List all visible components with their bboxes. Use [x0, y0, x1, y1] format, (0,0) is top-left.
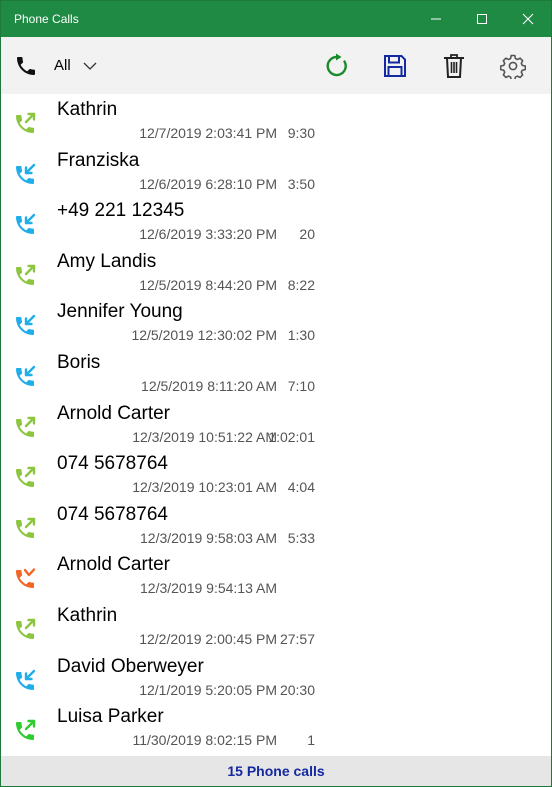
- call-duration: 20: [299, 226, 315, 243]
- toolbar: All: [1, 37, 551, 94]
- refresh-button[interactable]: [322, 51, 352, 81]
- call-duration: 4:04: [287, 479, 315, 496]
- outgoing-call-icon: [16, 466, 36, 488]
- delete-button[interactable]: [439, 51, 469, 81]
- call-date: 12/2/2019 2:00:45 PM: [139, 630, 277, 647]
- call-date: 12/1/2019 5:20:05 PM: [139, 681, 277, 698]
- call-duration: 7:10: [287, 377, 315, 394]
- phone-calls-window: Phone Calls All Kathrin 12/7/2019 2:03:4…: [0, 0, 552, 787]
- call-filter-dropdown[interactable]: All: [14, 54, 97, 78]
- call-list-item[interactable]: Amy Landis 12/5/2019 8:44:20 PM 8:22: [1, 246, 551, 297]
- status-bar: 15 Phone calls: [1, 756, 551, 786]
- save-icon: [384, 55, 406, 77]
- call-duration: 27:57: [279, 630, 315, 647]
- caller-name: 074 5678764: [57, 453, 168, 475]
- call-duration: 9:30: [287, 125, 315, 141]
- call-date: 12/5/2019 12:30:02 PM: [131, 327, 277, 344]
- call-list-item[interactable]: Arnold Carter 12/3/2019 10:51:22 AM 1:02:0…: [1, 398, 551, 449]
- gear-icon: [500, 54, 526, 79]
- caller-name: Arnold Carter: [57, 554, 170, 576]
- outgoing-call-icon: [16, 416, 36, 437]
- caller-name: +49 221 12345: [57, 200, 185, 222]
- incoming-call-icon: [16, 669, 36, 690]
- close-icon: [522, 13, 534, 25]
- call-list-item[interactable]: Kathrin 12/2/2019 2:00:45 PM 27:57: [1, 600, 551, 651]
- maximize-icon: [477, 14, 487, 24]
- call-date: 12/3/2019 10:51:22 AM: [132, 428, 277, 445]
- call-date: 12/7/2019 2:03:41 PM: [139, 125, 277, 141]
- caller-name: Kathrin: [57, 604, 118, 626]
- incoming-call-icon: [16, 365, 36, 386]
- call-date: 12/6/2019 6:28:10 PM: [139, 175, 277, 192]
- caller-name: Franziska: [57, 149, 140, 171]
- call-list[interactable]: Kathrin 12/7/2019 2:03:41 PM 9:30 Franziska…: [1, 94, 551, 756]
- call-duration: 1: [307, 732, 315, 749]
- close-button[interactable]: [505, 1, 551, 37]
- call-duration: 8:22: [287, 276, 315, 293]
- caller-name: Amy Landis: [57, 250, 157, 272]
- settings-button[interactable]: [498, 51, 528, 81]
- call-duration: 1:30: [287, 327, 315, 344]
- caller-name: Boris: [57, 351, 101, 373]
- outgoing-call-icon: [16, 517, 36, 538]
- call-date: 12/5/2019 8:44:20 PM: [139, 276, 277, 293]
- call-list-item[interactable]: David Oberweyer 12/1/2019 5:20:05 PM 20:30: [1, 651, 551, 702]
- refresh-icon: [326, 53, 347, 77]
- title-bar: Phone Calls: [1, 1, 551, 37]
- minimize-button[interactable]: [413, 1, 459, 37]
- trash-icon: [444, 54, 464, 78]
- incoming-call-icon: [16, 163, 36, 184]
- call-date: 12/6/2019 3:33:20 PM: [139, 226, 277, 243]
- maximize-button[interactable]: [459, 1, 505, 37]
- incoming-call-icon: [16, 315, 36, 336]
- caller-name: Luisa Parker: [57, 706, 164, 728]
- incoming-call-icon: [16, 213, 36, 235]
- call-duration: 3:50: [287, 175, 315, 192]
- call-list-item[interactable]: 074 5678764 12/3/2019 9:58:03 AM 5:33: [1, 499, 551, 550]
- call-date: 12/5/2019 8:11:20 AM: [141, 377, 277, 394]
- call-duration: 1:02:01: [268, 428, 315, 445]
- call-count: 15 Phone calls: [227, 763, 325, 779]
- call-date: 12/3/2019 9:54:13 AM: [140, 580, 277, 597]
- call-list-item[interactable]: Arnold Carter 12/3/2019 9:54:13 AM: [1, 549, 551, 600]
- call-date: 11/30/2019 8:02:15 PM: [132, 732, 277, 749]
- filter-value: All: [54, 57, 71, 74]
- outgoing-call-icon: [16, 719, 36, 741]
- chevron-down-icon: [83, 62, 97, 70]
- save-button[interactable]: [380, 51, 410, 81]
- caller-name: Jennifer Young: [57, 301, 183, 323]
- window-title: Phone Calls: [14, 12, 79, 26]
- call-list-item[interactable]: Jennifer Young 12/5/2019 12:30:02 PM 1:30: [1, 296, 551, 347]
- call-duration: 5:33: [287, 529, 315, 546]
- call-date: 12/3/2019 9:58:03 AM: [140, 529, 277, 546]
- caller-name: Arnold Carter: [57, 402, 170, 424]
- caller-name: David Oberweyer: [57, 655, 204, 677]
- caller-name: 074 5678764: [57, 503, 168, 525]
- outgoing-call-icon: [16, 112, 36, 133]
- outgoing-call-icon: [16, 618, 36, 639]
- missed-call-icon: [16, 568, 36, 589]
- call-date: 12/3/2019 10:23:01 AM: [132, 479, 277, 496]
- minimize-icon: [431, 18, 441, 20]
- phone-icon: [17, 56, 35, 75]
- call-list-item[interactable]: Luisa Parker 11/30/2019 8:02:15 PM 1: [1, 701, 551, 752]
- call-list-item[interactable]: Kathrin 12/7/2019 2:03:41 PM 9:30: [1, 94, 551, 145]
- call-list-item[interactable]: Boris 12/5/2019 8:11:20 AM 7:10: [1, 347, 551, 398]
- call-list-item[interactable]: +49 221 12345 12/6/2019 3:33:20 PM 20: [1, 195, 551, 246]
- outgoing-call-icon: [16, 264, 36, 285]
- call-list-item[interactable]: 074 5678764 12/3/2019 10:23:01 AM 4:04: [1, 448, 551, 499]
- call-list-item[interactable]: Franziska 12/6/2019 6:28:10 PM 3:50: [1, 145, 551, 196]
- call-duration: 20:30: [279, 681, 315, 698]
- caller-name: Kathrin: [57, 99, 118, 120]
